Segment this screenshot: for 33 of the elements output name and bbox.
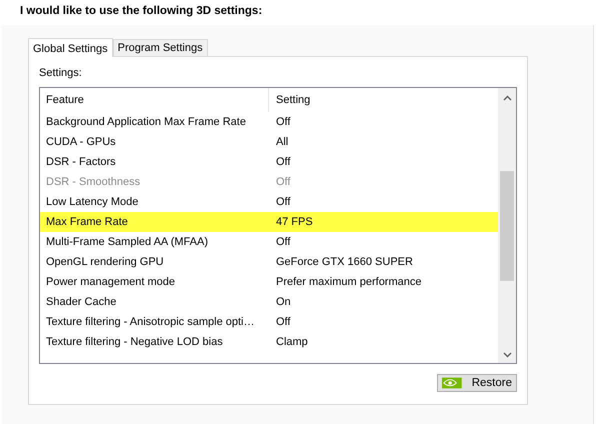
feature-name[interactable]: Texture filtering - Negative LOD bias	[40, 336, 268, 348]
setting-value[interactable]: Off	[268, 236, 290, 248]
setting-value[interactable]: All	[268, 136, 288, 148]
column-header[interactable]: Setting	[268, 88, 310, 112]
setting-value[interactable]: Off	[268, 196, 290, 208]
setting-value[interactable]: Clamp	[268, 336, 308, 348]
tab[interactable]: Global Settings	[28, 38, 113, 57]
setting-value[interactable]: 47 FPS	[268, 216, 313, 228]
feature-name[interactable]: Background Application Max Frame Rate	[40, 116, 268, 128]
scroll-up-icon[interactable]	[502, 95, 512, 101]
scroll-down-icon[interactable]	[502, 352, 512, 358]
feature-name[interactable]: Max Frame Rate	[40, 216, 268, 228]
feature-name[interactable]: Power management mode	[40, 276, 268, 288]
restore-button[interactable]: Restore	[437, 374, 517, 392]
setting-value[interactable]: Prefer maximum performance	[268, 276, 422, 288]
scrollbar[interactable]	[498, 88, 516, 363]
setting-value[interactable]: Off	[268, 316, 290, 328]
feature-name[interactable]: Texture filtering - Anisotropic sample opti…	[40, 316, 268, 328]
feature-name[interactable]: DSR - Factors	[40, 156, 268, 168]
setting-value[interactable]: Off	[268, 156, 290, 168]
eye-logo-icon	[442, 377, 462, 389]
feature-name[interactable]: Multi-Frame Sampled AA (MFAA)	[40, 236, 268, 248]
feature-name[interactable]: OpenGL rendering GPU	[40, 256, 268, 268]
setting-value[interactable]: On	[268, 296, 291, 308]
heading: I would like to use the following 3D settings:	[19, 4, 264, 19]
feature-name[interactable]: Low Latency Mode	[40, 196, 268, 208]
tab[interactable]: Program Settings	[112, 39, 208, 56]
feature-name[interactable]: Shader Cache	[40, 296, 268, 308]
feature-name[interactable]: CUDA - GPUs	[40, 136, 268, 148]
setting-value[interactable]: Off	[268, 116, 290, 128]
setting-value[interactable]: GeForce GTX 1660 SUPER	[268, 256, 413, 268]
column-header[interactable]: Feature	[40, 88, 268, 112]
settings-label: Settings:	[39, 67, 83, 81]
